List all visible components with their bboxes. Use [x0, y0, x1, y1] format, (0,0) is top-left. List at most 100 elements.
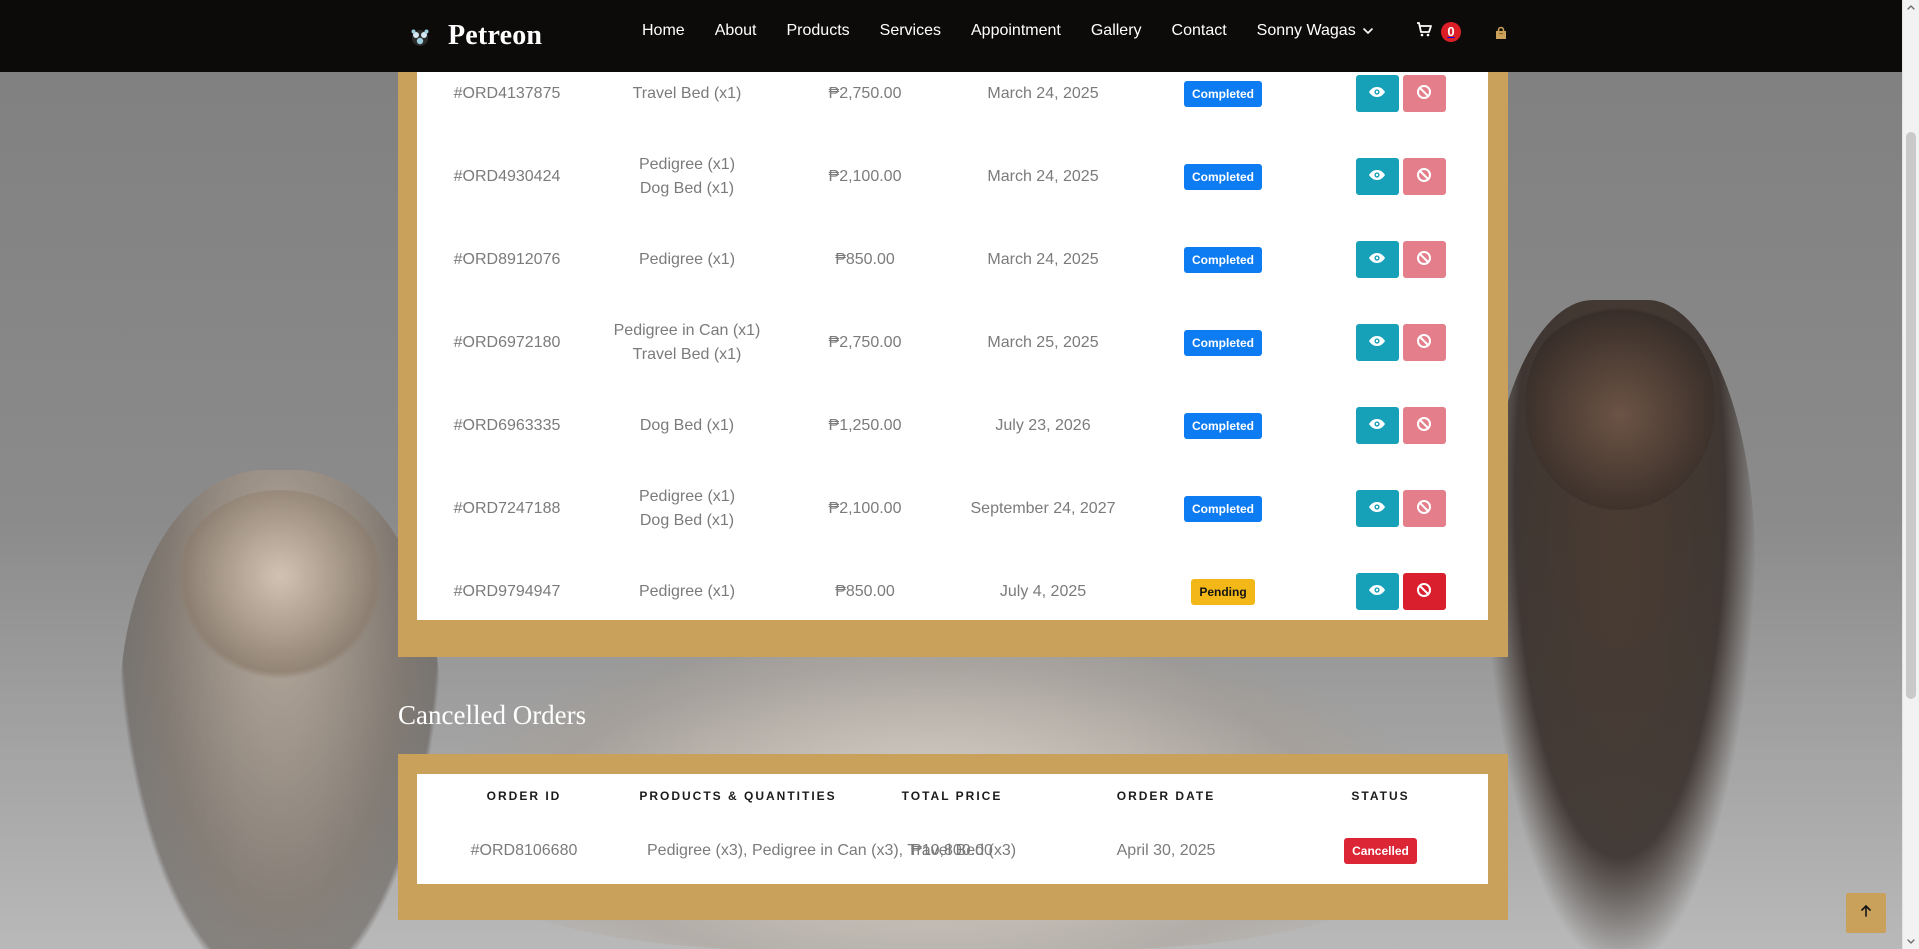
shopping-bag-icon[interactable]	[1493, 25, 1509, 41]
order-actions	[1313, 384, 1488, 467]
eye-icon	[1368, 584, 1386, 599]
chevron-down-icon	[1362, 25, 1374, 37]
cancel-order-button[interactable]	[1402, 573, 1446, 610]
eye-icon	[1368, 501, 1386, 516]
ban-icon	[1416, 416, 1432, 435]
order-id: #ORD6972180	[453, 333, 561, 351]
nav-gallery[interactable]: Gallery	[1091, 22, 1142, 40]
eye-icon	[1368, 335, 1386, 350]
arrow-up-icon	[1859, 904, 1873, 923]
top-navbar: Petreon Home About Products Services App…	[0, 0, 1902, 72]
back-to-top-button[interactable]	[1846, 893, 1886, 933]
product-line: Pedigree (x1)	[638, 155, 736, 173]
brand[interactable]: Petreon	[406, 16, 542, 56]
order-total: ₱2,100.00	[828, 499, 902, 517]
cancel-order-button[interactable]	[1402, 490, 1446, 527]
order-date: July 23, 2026	[995, 416, 1091, 434]
view-order-button[interactable]	[1355, 75, 1399, 112]
view-order-button[interactable]	[1355, 490, 1399, 527]
status-badge: Completed	[1183, 329, 1262, 356]
eye-icon	[1368, 169, 1386, 184]
cart-button[interactable]: 0	[1415, 20, 1461, 43]
order-products: Pedigree (x1)	[597, 218, 777, 301]
user-menu[interactable]: Sonny Wagas	[1257, 22, 1374, 40]
view-order-button[interactable]	[1355, 573, 1399, 610]
table-row: #ORD8106680 Pedigree (x3), Pedigree in C…	[417, 818, 1488, 884]
order-row: #ORD9794947 Pedigree (x1) ₱850.00 July 4…	[417, 550, 1488, 633]
eye-icon	[1368, 86, 1386, 101]
paw-logo-icon	[406, 22, 434, 50]
status-badge: Completed	[1183, 246, 1262, 273]
view-order-button[interactable]	[1355, 241, 1399, 278]
cart-icon	[1415, 20, 1433, 43]
status-cell: Completed	[1133, 135, 1313, 218]
order-row: #ORD7247188 Pedigree (x1) Dog Bed (x1) ₱…	[417, 467, 1488, 550]
orders-panel: #ORD4137875 Travel Bed (x1) ₱2,750.00 Ma…	[398, 72, 1508, 657]
status-badge: Cancelled	[1344, 838, 1417, 864]
product-line: Pedigree in Can (x1)	[613, 321, 761, 339]
ban-icon	[1416, 84, 1432, 103]
cancel-order-button[interactable]	[1402, 407, 1446, 444]
order-date: July 4, 2025	[999, 582, 1087, 600]
order-total: ₱850.00	[835, 582, 895, 600]
nav-services[interactable]: Services	[880, 22, 941, 40]
order-actions	[1313, 135, 1488, 218]
order-id: #ORD9794947	[453, 582, 561, 600]
scrollbar-thumb[interactable]	[1906, 132, 1916, 699]
nav-appointment[interactable]: Appointment	[971, 22, 1061, 40]
cancelled-orders-title: Cancelled Orders	[398, 700, 587, 730]
cancelled-order-products: Pedigree (x3), Pedigree in Can (x3), Tra…	[647, 842, 1017, 859]
order-products: Pedigree (x1) Dog Bed (x1)	[597, 135, 777, 218]
orders-table: #ORD4137875 Travel Bed (x1) ₱2,750.00 Ma…	[417, 72, 1488, 620]
scroll-up-icon[interactable]	[1903, 0, 1919, 16]
nav-products[interactable]: Products	[787, 22, 850, 40]
order-products: Pedigree in Can (x1) Travel Bed (x1)	[597, 301, 777, 384]
status-cell: Completed	[1133, 301, 1313, 384]
cancelled-orders-table: ORDER ID PRODUCTS & QUANTITIES TOTAL PRI…	[417, 774, 1488, 884]
nav-about[interactable]: About	[715, 22, 757, 40]
order-row: #ORD8912076 Pedigree (x1) ₱850.00 March …	[417, 218, 1488, 301]
column-header: ORDER ID	[486, 789, 562, 803]
order-products: Dog Bed (x1)	[597, 384, 777, 467]
view-order-button[interactable]	[1355, 407, 1399, 444]
status-badge: Pending	[1191, 578, 1255, 605]
cart-count-badge: 0	[1441, 21, 1461, 42]
ban-icon	[1416, 582, 1432, 601]
product-line: Travel Bed (x1)	[632, 345, 742, 363]
nav-contact[interactable]: Contact	[1172, 22, 1227, 40]
view-order-button[interactable]	[1355, 324, 1399, 361]
brand-name[interactable]: Petreon	[448, 20, 542, 52]
order-id: #ORD4930424	[453, 167, 561, 185]
scroll-down-icon[interactable]	[1903, 933, 1919, 949]
page-scrollbar[interactable]	[1902, 0, 1919, 949]
ban-icon	[1416, 333, 1432, 352]
view-order-button[interactable]	[1355, 158, 1399, 195]
status-cell: Pending	[1133, 550, 1313, 633]
order-total: ₱2,100.00	[828, 167, 902, 185]
dog-illustration	[1485, 300, 1755, 949]
kitten-illustration	[120, 470, 440, 949]
cancel-order-button[interactable]	[1402, 75, 1446, 112]
cancel-order-button[interactable]	[1402, 241, 1446, 278]
order-date: March 24, 2025	[987, 167, 1099, 185]
cancelled-order-total: ₱10,800.00	[911, 842, 993, 859]
order-total: ₱2,750.00	[828, 333, 902, 351]
order-date: September 24, 2027	[970, 499, 1116, 517]
column-header: STATUS	[1351, 789, 1410, 803]
cancel-order-button[interactable]	[1402, 324, 1446, 361]
status-cell: Completed	[1133, 218, 1313, 301]
table-header: ORDER ID PRODUCTS & QUANTITIES TOTAL PRI…	[417, 774, 1488, 818]
product-line: Dog Bed (x1)	[639, 179, 735, 197]
order-date: March 25, 2025	[987, 333, 1099, 351]
order-actions	[1313, 550, 1488, 633]
order-actions	[1313, 467, 1488, 550]
cancel-order-button[interactable]	[1402, 158, 1446, 195]
cancelled-status-cell: Cancelled	[1273, 818, 1488, 884]
column-header: TOTAL PRICE	[901, 789, 1003, 803]
nav-home[interactable]: Home	[642, 22, 685, 40]
order-id: #ORD7247188	[453, 499, 561, 517]
product-line: Dog Bed (x1)	[639, 511, 735, 529]
order-total: ₱1,250.00	[828, 416, 902, 434]
ban-icon	[1416, 167, 1432, 186]
product-line: Pedigree (x1)	[638, 582, 736, 600]
